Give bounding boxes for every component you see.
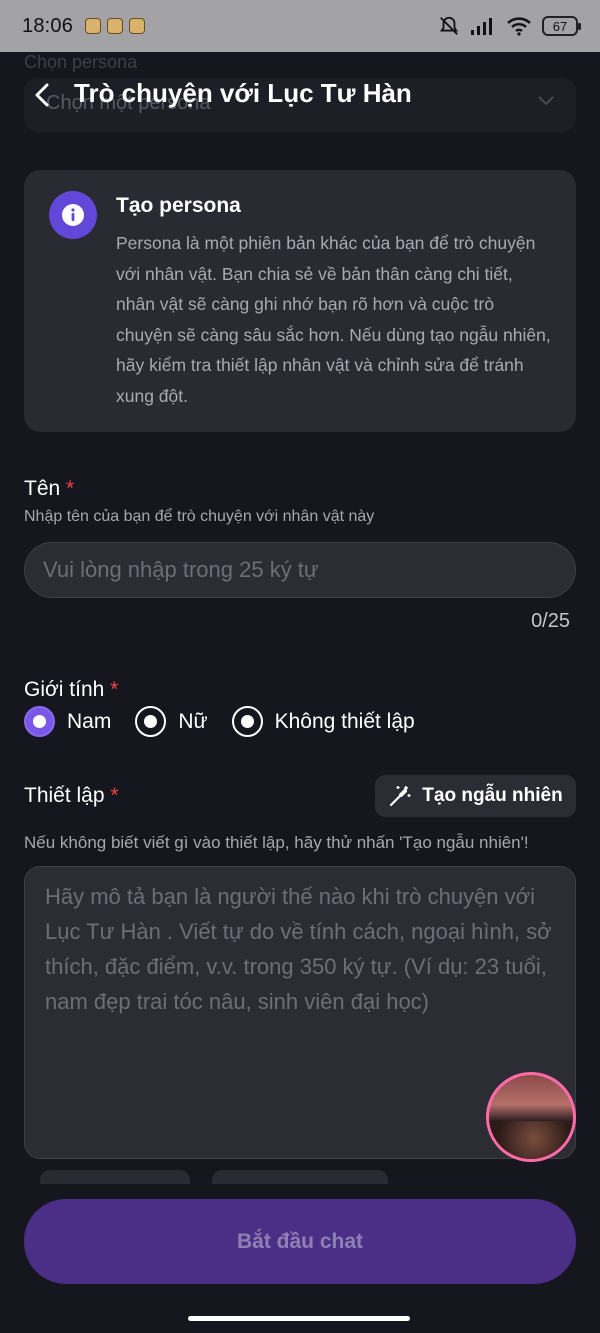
setup-label-text: Thiết lập — [24, 784, 105, 807]
persona-select-label: Chọn persona — [24, 52, 138, 72]
mute-icon — [439, 16, 459, 35]
setup-hint: Nếu không biết viết gì vào thiết lập, hã… — [24, 833, 529, 852]
gender-option-unset[interactable]: Không thiết lập — [231, 706, 415, 737]
gender-option-female[interactable]: Nữ — [135, 706, 208, 737]
avatar-shade — [489, 1121, 573, 1159]
persona-info-card: Tạo persona Persona là một phiên bản khá… — [24, 170, 576, 432]
random-generate-button[interactable]: Tạo ngẫu nhiên — [375, 775, 576, 817]
gender-option-label: Nữ — [178, 709, 208, 733]
setup-label: Thiết lập * — [24, 784, 119, 808]
notification-icons — [85, 18, 146, 34]
back-button[interactable] — [28, 80, 56, 110]
required-mark: * — [66, 477, 75, 500]
battery-level: 67 — [552, 18, 568, 34]
gender-option-label: Nam — [67, 709, 112, 733]
start-chat-button[interactable]: Bắt đầu chat — [24, 1199, 576, 1284]
radio-icon — [135, 706, 167, 737]
floating-avatar[interactable] — [486, 1072, 576, 1162]
name-input[interactable] — [24, 542, 576, 598]
gender-label: Giới tính * — [24, 678, 118, 702]
chevron-left-icon — [35, 83, 49, 107]
signal-icon — [471, 18, 492, 35]
magic-wand-icon — [390, 786, 411, 807]
radio-selected-icon — [24, 706, 55, 737]
info-icon — [49, 191, 97, 239]
wifi-icon — [507, 17, 531, 36]
collapsed-chip — [40, 1170, 190, 1184]
name-label-text: Tên — [24, 477, 61, 500]
random-generate-label: Tạo ngẫu nhiên — [422, 785, 563, 806]
gender-option-label: Không thiết lập — [274, 709, 415, 733]
gender-label-text: Giới tính — [24, 678, 105, 701]
setup-placeholder: Hãy mô tả bạn là người thế nào khi trò c… — [45, 884, 552, 1014]
status-bar: 18:06 67 — [0, 0, 600, 52]
required-mark: * — [110, 678, 119, 701]
top-bar: Chọn persona Chọn một persona Trò chuyện… — [0, 52, 600, 136]
notification-icon — [129, 18, 146, 34]
required-mark: * — [110, 784, 119, 807]
chevron-down-icon — [538, 96, 554, 106]
status-right: 67 — [438, 15, 581, 37]
radio-icon — [231, 706, 263, 737]
name-char-counter: 0/25 — [531, 610, 570, 632]
battery-icon: 67 — [542, 16, 581, 36]
name-hint: Nhập tên của bạn để trò chuyện với nhân … — [24, 508, 375, 525]
collapsed-chip — [212, 1170, 388, 1184]
info-description: Persona là một phiên bản khác của bạn để… — [116, 233, 551, 406]
notification-icon — [85, 18, 102, 34]
status-time: 18:06 — [22, 14, 74, 37]
gender-radio-group: Nam Nữ Không thiết lập — [24, 706, 439, 737]
home-indicator — [188, 1316, 410, 1321]
gender-option-male[interactable]: Nam — [24, 706, 111, 737]
info-title: Tạo persona — [116, 194, 241, 217]
notification-icon — [107, 18, 124, 34]
name-label: Tên * — [24, 477, 74, 501]
page-title: Trò chuyện với Lục Tư Hàn — [74, 78, 412, 108]
